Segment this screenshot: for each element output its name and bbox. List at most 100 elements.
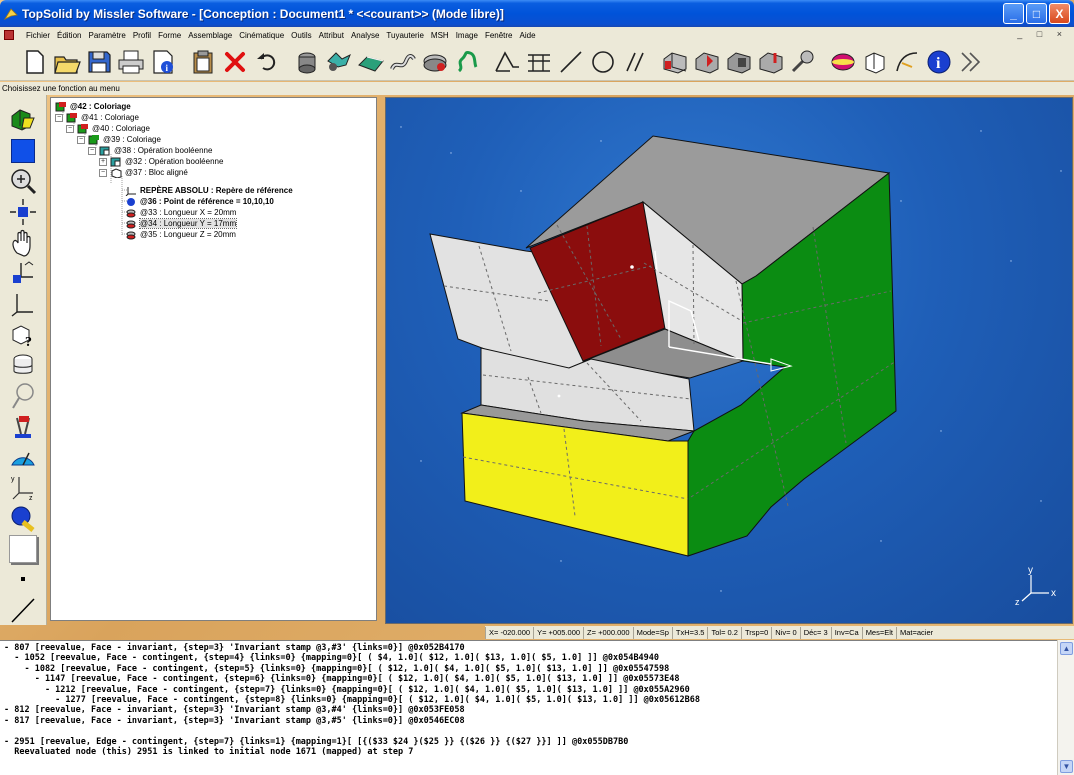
hose-icon[interactable] (388, 47, 418, 77)
status-inv[interactable]: Inv=Ca (830, 626, 862, 639)
forward-icon[interactable] (956, 47, 986, 77)
info-icon[interactable]: i (924, 47, 954, 77)
status-mes[interactable]: Mes=Elt (861, 626, 896, 639)
tree-node-37[interactable]: − @37 : Bloc aligné (99, 167, 188, 178)
3d-viewport[interactable]: y x z (385, 97, 1073, 624)
tree-node-36[interactable]: @36 : Point de référence = 10,10,10 (125, 196, 274, 207)
expand-toggle[interactable]: + (99, 157, 107, 166)
circle-icon[interactable] (588, 47, 618, 77)
menu-outils[interactable]: Outils (291, 31, 311, 40)
collapse-toggle[interactable]: − (99, 168, 107, 177)
menu-analyse[interactable]: Analyse (351, 31, 379, 40)
status-trsp[interactable]: Trsp=0 (740, 626, 771, 639)
menu-attribut[interactable]: Attribut (319, 31, 344, 40)
tree-node-frame[interactable]: REPÈRE ABSOLU : Repère de référence (125, 185, 293, 196)
layers-icon[interactable] (5, 350, 41, 381)
menu-image[interactable]: Image (456, 31, 478, 40)
menu-assemblage[interactable]: Assemblage (188, 31, 232, 40)
tree-node-32[interactable]: + @32 : Opération booléenne (99, 156, 223, 167)
curve-icon[interactable] (892, 47, 922, 77)
scroll-up-icon[interactable]: ▲ (1060, 642, 1073, 655)
output-console[interactable]: - 807 [reevalue, Face - invariant, {step… (0, 640, 1074, 775)
line-icon[interactable] (556, 47, 586, 77)
menu-fichier[interactable]: Fichier (26, 31, 50, 40)
menu-aide[interactable]: Aide (520, 31, 536, 40)
surface-icon[interactable] (524, 47, 554, 77)
clipboard-icon[interactable] (188, 47, 218, 77)
status-mode[interactable]: Mode=Sp (632, 626, 672, 639)
coords-icon[interactable]: yz (5, 472, 41, 503)
menu-parametre[interactable]: Paramètre (88, 31, 125, 40)
status-niv[interactable]: Niv= 0 (771, 626, 799, 639)
history-tree[interactable]: @42 : Coloriage − @41 : Coloriage − @40 … (50, 97, 377, 621)
feature2-icon[interactable] (692, 47, 722, 77)
part-icon[interactable] (5, 105, 41, 136)
scroll-down-icon[interactable]: ▼ (1060, 760, 1073, 773)
new-doc-icon[interactable] (20, 47, 50, 77)
tree-node-33[interactable]: @33 : Longueur X = 20mm (125, 207, 236, 218)
render-icon[interactable] (860, 47, 890, 77)
point-icon[interactable] (5, 564, 41, 595)
lasso-icon[interactable] (5, 380, 41, 411)
status-dec[interactable]: Déc= 3 (799, 626, 831, 639)
shaded-icon[interactable] (828, 47, 858, 77)
document-menu-icon[interactable] (4, 30, 14, 40)
pin-icon[interactable] (788, 47, 818, 77)
tools-icon[interactable] (5, 411, 41, 442)
menu-edition[interactable]: Édition (57, 31, 81, 40)
parallel-icon[interactable] (620, 47, 650, 77)
tree-node-41[interactable]: − @41 : Coloriage (55, 112, 139, 123)
move-icon[interactable] (5, 197, 41, 228)
status-txh[interactable]: TxH=3.5 (671, 626, 708, 639)
blank-icon[interactable] (5, 533, 41, 564)
measure-icon[interactable] (5, 442, 41, 473)
collapse-toggle[interactable]: − (77, 135, 85, 144)
console-line: - 817 [reevalue, Face - invariant, {step… (4, 715, 465, 726)
close-button[interactable]: X (1049, 3, 1070, 24)
status-mat[interactable]: Mat=acier (896, 626, 936, 639)
tree-node-40[interactable]: − @40 : Coloriage (66, 123, 150, 134)
color-square-icon[interactable] (5, 136, 41, 167)
save-icon[interactable] (84, 47, 114, 77)
tree-node-42[interactable]: @42 : Coloriage (55, 101, 131, 112)
delete-icon[interactable] (220, 47, 250, 77)
mechanism-icon[interactable] (324, 47, 354, 77)
tree-node-38[interactable]: − @38 : Opération booléenne (88, 145, 212, 156)
maximize-button[interactable]: □ (1026, 3, 1047, 24)
collapse-toggle[interactable]: − (55, 113, 63, 122)
collapse-toggle[interactable]: − (88, 146, 96, 155)
tree-node-39[interactable]: − @39 : Coloriage (77, 134, 161, 145)
gear-shape-icon[interactable] (292, 47, 322, 77)
weld-icon[interactable] (420, 47, 450, 77)
menu-forme[interactable]: Forme (158, 31, 181, 40)
menu-msh[interactable]: MSH (431, 31, 449, 40)
frame-icon[interactable] (5, 289, 41, 320)
feature3-icon[interactable] (724, 47, 754, 77)
undo-icon[interactable] (252, 47, 282, 77)
tree-node-34[interactable]: @34 : Longueur Y = 17mm (125, 218, 238, 229)
properties-icon[interactable]: i (148, 47, 178, 77)
console-scrollbar[interactable]: ▲ ▼ (1057, 640, 1074, 775)
status-tol[interactable]: Tol= 0.2 (707, 626, 740, 639)
feature1-icon[interactable] (660, 47, 690, 77)
tree-node-35[interactable]: @35 : Longueur Z = 20mm (125, 229, 236, 240)
assembly-icon[interactable] (356, 47, 386, 77)
axis-icon[interactable] (5, 258, 41, 289)
menu-fenetre[interactable]: Fenêtre (485, 31, 513, 40)
menu-profil[interactable]: Profil (133, 31, 151, 40)
menu-tuyauterie[interactable]: Tuyauterie (386, 31, 424, 40)
collapse-toggle[interactable]: − (66, 124, 74, 133)
query-icon[interactable]: ? (5, 319, 41, 350)
zoom-icon[interactable] (5, 166, 41, 197)
open-folder-icon[interactable] (52, 47, 82, 77)
minimize-button[interactable]: _ (1003, 3, 1024, 24)
menu-cinematique[interactable]: Cinématique (239, 31, 284, 40)
paint-icon[interactable] (5, 503, 41, 534)
feature4-icon[interactable] (756, 47, 786, 77)
line-draw-icon[interactable] (5, 595, 41, 626)
sketch-icon[interactable] (492, 47, 522, 77)
mdi-window-controls[interactable]: _ □ × (1017, 29, 1068, 39)
spring-icon[interactable] (452, 47, 482, 77)
print-icon[interactable] (116, 47, 146, 77)
hand-icon[interactable] (5, 227, 41, 258)
